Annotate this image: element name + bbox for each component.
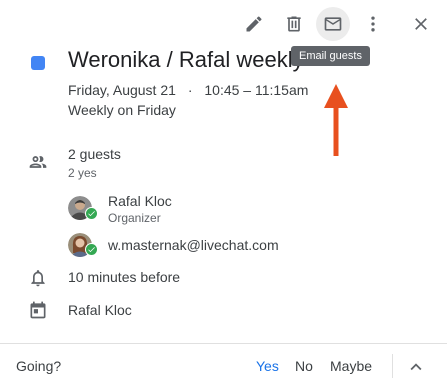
check-icon bbox=[88, 247, 95, 253]
delete-icon bbox=[287, 16, 301, 32]
accepted-badge bbox=[85, 243, 98, 256]
close-button[interactable] bbox=[404, 7, 438, 41]
rsvp-yes-button[interactable]: Yes bbox=[256, 358, 279, 374]
rsvp-maybe-button[interactable]: Maybe bbox=[330, 358, 372, 374]
expand-rsvp-button[interactable] bbox=[405, 356, 427, 378]
email-icon bbox=[324, 17, 342, 31]
bell-icon bbox=[28, 268, 48, 288]
guest-name: w.masternak@livechat.com bbox=[108, 237, 279, 253]
event-time: 10:45 – 11:15am bbox=[204, 82, 309, 98]
rsvp-question: Going? bbox=[16, 358, 62, 374]
footer-divider bbox=[0, 343, 447, 344]
annotation-arrow-icon bbox=[324, 84, 348, 156]
guest-count: 2 guests bbox=[68, 146, 121, 162]
edit-icon bbox=[246, 16, 262, 32]
event-date: Friday, August 21 bbox=[68, 82, 176, 98]
footer-separator bbox=[392, 354, 393, 378]
calendar-icon bbox=[28, 300, 48, 320]
rsvp-no-button[interactable]: No bbox=[295, 358, 313, 374]
guest-role: Organizer bbox=[108, 211, 161, 225]
check-icon bbox=[88, 211, 95, 217]
people-icon bbox=[28, 152, 48, 172]
guest-yes-count: 2 yes bbox=[68, 166, 97, 180]
email-guests-button[interactable] bbox=[316, 7, 350, 41]
event-datetime: Friday, August 21 · 10:45 – 11:15am bbox=[68, 82, 308, 98]
datetime-separator: · bbox=[187, 82, 193, 98]
more-vert-icon bbox=[371, 16, 375, 32]
edit-button[interactable] bbox=[237, 7, 271, 41]
event-recurrence: Weekly on Friday bbox=[68, 102, 176, 118]
email-guests-tooltip: Email guests bbox=[291, 46, 370, 66]
more-options-button[interactable] bbox=[356, 7, 390, 41]
event-title: Weronika / Rafal weekly bbox=[68, 47, 304, 72]
chevron-up-icon bbox=[410, 363, 422, 371]
guest-name: Rafal Kloc bbox=[108, 193, 172, 209]
delete-button[interactable] bbox=[277, 7, 311, 41]
accepted-badge bbox=[85, 207, 98, 220]
calendar-owner: Rafal Kloc bbox=[68, 302, 132, 318]
notification-label: 10 minutes before bbox=[68, 269, 181, 285]
close-icon bbox=[415, 18, 427, 30]
event-color-indicator bbox=[31, 56, 45, 70]
